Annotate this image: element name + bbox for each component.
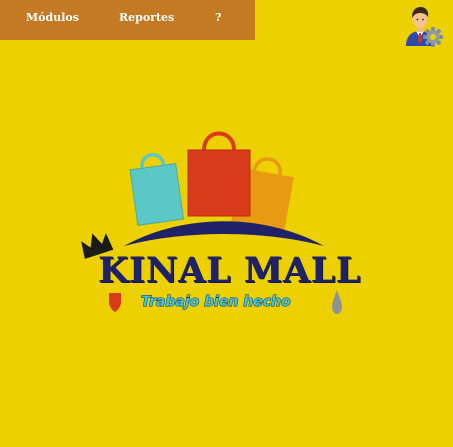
menu-modulos[interactable]: Módulos (26, 0, 79, 36)
user-settings-icon (406, 7, 443, 47)
page: Módulos Reportes ? KINAL MALL Trabajo bi… (0, 0, 453, 447)
user-settings-button[interactable] (402, 4, 444, 48)
shield-icon (109, 293, 121, 312)
logo-title: KINAL MALL (98, 250, 361, 291)
shopping-bag-icon (187, 131, 251, 217)
kinal-mall-logo (81, 131, 342, 314)
logo-arc (124, 221, 324, 246)
menu-reportes[interactable]: Reportes (119, 0, 174, 36)
top-menu-bar: Módulos Reportes ? (0, 0, 255, 40)
logo-subtitle: Trabajo bien hecho (141, 294, 292, 311)
shopping-bag-icon (129, 153, 185, 226)
menu-help[interactable]: ? (215, 0, 221, 36)
drop-icon (332, 290, 342, 314)
